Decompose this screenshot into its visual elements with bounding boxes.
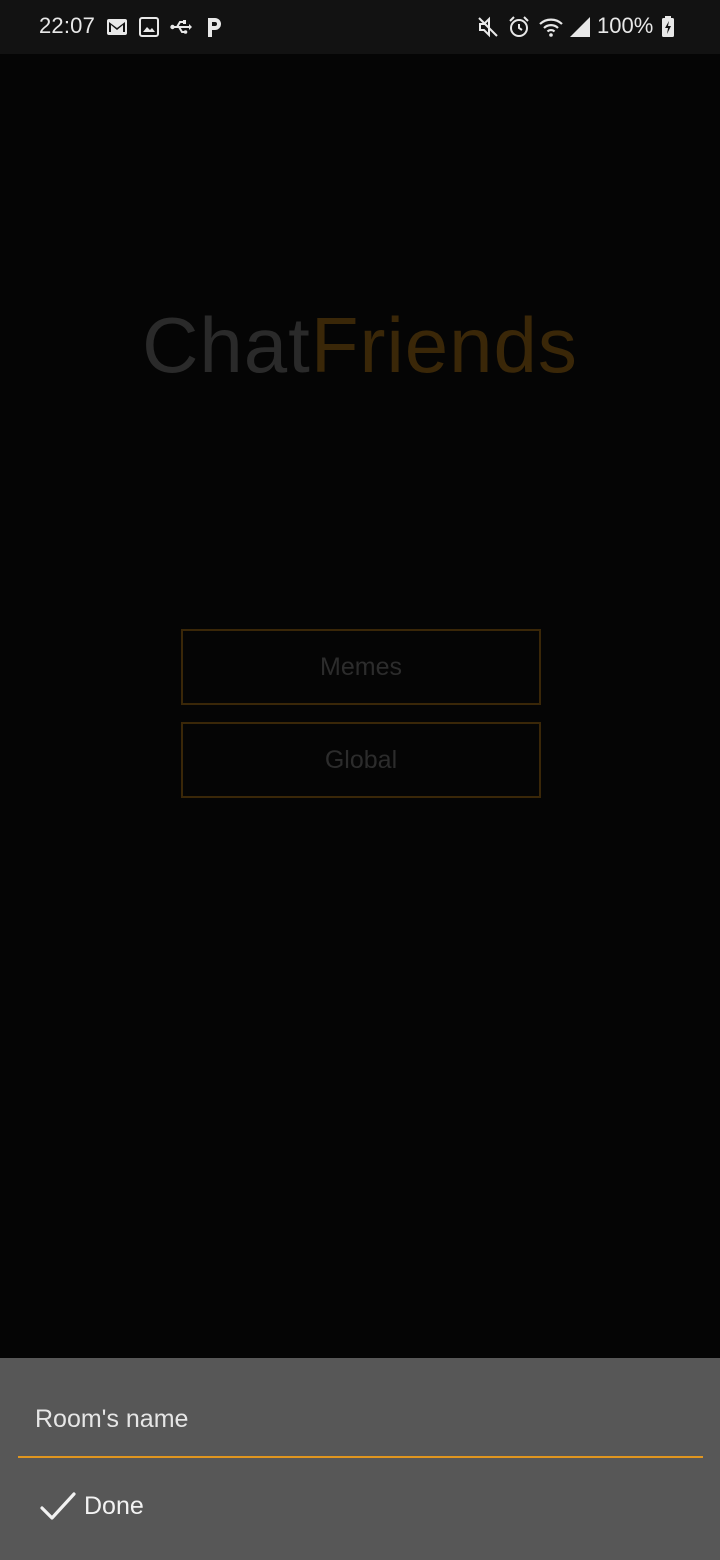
mute-icon [476, 15, 500, 39]
status-bar: 22:07 100% [0, 0, 720, 54]
gallery-icon [137, 15, 161, 39]
app-title-friends: Friends [310, 301, 578, 389]
app-title-chat: Chat [142, 301, 311, 389]
room-name-input[interactable] [18, 1382, 703, 1458]
battery-charging-icon [656, 15, 680, 39]
gmail-icon [105, 15, 129, 39]
signal-icon [568, 15, 592, 39]
alarm-icon [507, 15, 531, 39]
done-button[interactable]: Done [36, 1482, 144, 1530]
room-button-global[interactable]: Global [181, 722, 541, 798]
battery-percent: 100% [597, 13, 654, 38]
wifi-icon [539, 15, 563, 39]
usb-icon [169, 15, 193, 39]
screen: 22:07 100% ChatFriends Memes Global Room… [0, 0, 720, 1560]
room-button-memes[interactable]: Memes [181, 629, 541, 705]
app-title: ChatFriends [0, 300, 720, 390]
parking-icon [201, 15, 225, 39]
room-button-label: Global [324, 745, 398, 774]
status-time: 22:07 [39, 13, 96, 38]
check-icon [36, 1484, 80, 1528]
new-room-sheet: Done [0, 1358, 720, 1560]
room-button-label: Memes [320, 652, 402, 681]
done-label: Done [84, 1491, 144, 1520]
